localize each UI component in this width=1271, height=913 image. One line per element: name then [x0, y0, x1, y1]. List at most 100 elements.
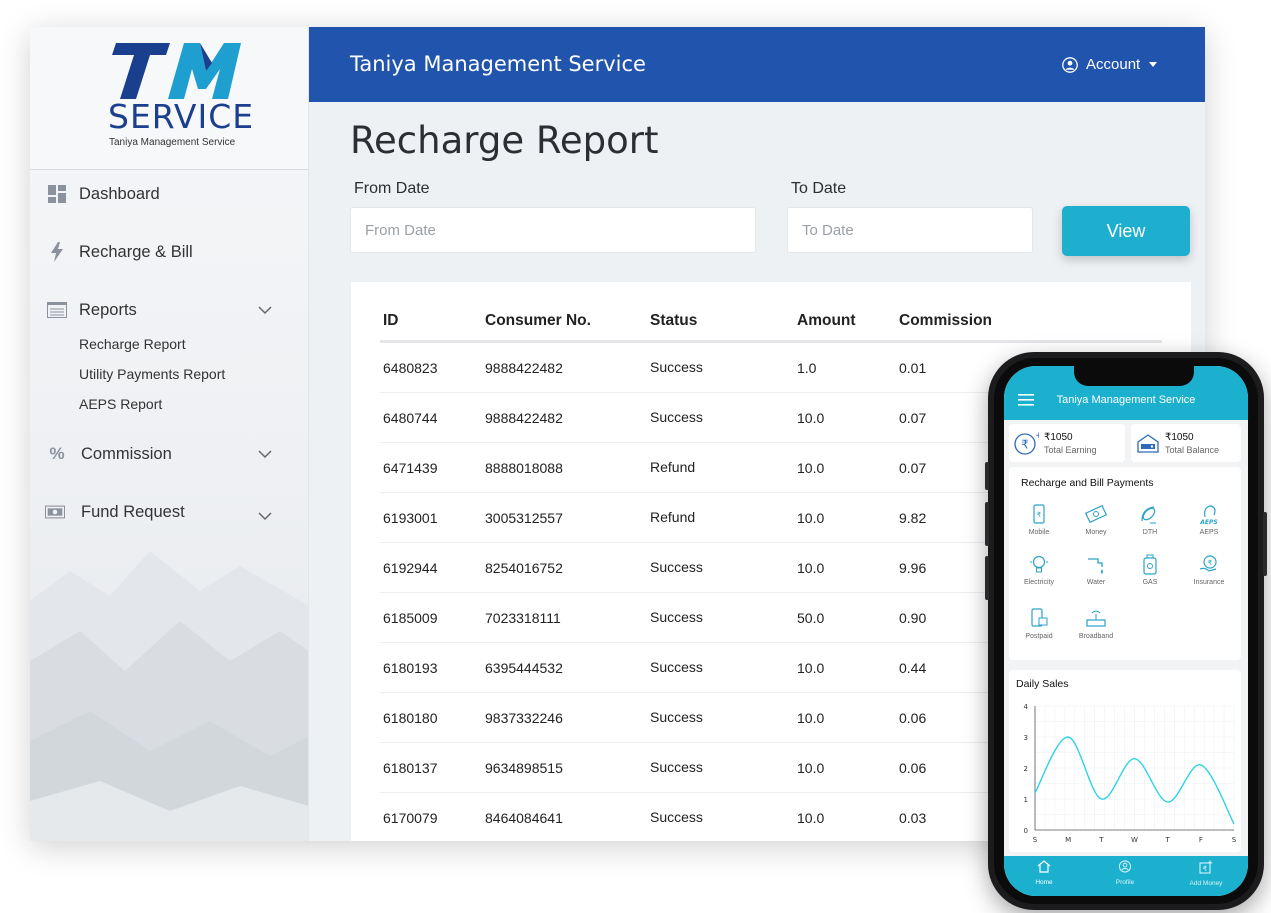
svg-text:AEPS: AEPS: [1199, 519, 1217, 526]
phone-side-button: [1263, 512, 1267, 576]
cell-status: Success: [650, 759, 703, 775]
lightning-icon: [47, 242, 67, 262]
cell-id: 6480744: [383, 410, 438, 426]
sidebar-subitem-aeps-report[interactable]: AEPS Report: [79, 396, 162, 412]
cell-status: Refund: [650, 509, 696, 525]
cell-amount: 10.0: [797, 810, 825, 826]
cell-commission: 0.06: [899, 760, 927, 776]
sidebar-subitem-utility-payments-report[interactable]: Utility Payments Report: [79, 366, 225, 382]
sidebar-item-label: Fund Request: [81, 502, 185, 521]
cell-amount: 1.0: [797, 360, 817, 376]
home-icon: [1037, 860, 1051, 873]
service-label: Electricity: [1024, 579, 1054, 586]
caret-down-icon: [1149, 62, 1158, 67]
cell-status: Success: [650, 559, 703, 575]
service-broadband[interactable]: Broadband: [1073, 607, 1119, 640]
cell-commission: 0.01: [899, 360, 927, 376]
y-tick-label: 3: [1024, 734, 1028, 742]
tab-add-money[interactable]: ₹ Add Money: [1176, 860, 1236, 887]
cell-status: Success: [650, 809, 703, 825]
from-date-input[interactable]: [350, 207, 756, 253]
sidebar-item-reports[interactable]: Reports: [30, 290, 308, 330]
sidebar-item-fund-request[interactable]: Fund Request: [30, 492, 308, 532]
chevron-down-icon: [258, 512, 272, 521]
mobile-tab-bar: Home Profile ₹ Add Money: [1004, 856, 1248, 896]
service-water[interactable]: Water: [1073, 553, 1119, 586]
sidebar-item-recharge-bill[interactable]: Recharge & Bill: [30, 232, 308, 272]
y-tick-label: 4: [1024, 703, 1029, 711]
service-insurance[interactable]: ₹ Insurance: [1186, 553, 1232, 586]
water-tap-icon: [1088, 558, 1103, 574]
chevron-down-icon: [258, 450, 272, 459]
service-electricity[interactable]: Electricity: [1016, 553, 1062, 586]
sidebar-background: [30, 551, 308, 841]
account-menu[interactable]: Account: [1062, 56, 1158, 73]
y-tick-label: 0: [1024, 827, 1028, 835]
cell-commission: 9.96: [899, 560, 927, 576]
cell-amount: 10.0: [797, 510, 825, 526]
service-mobile[interactable]: ₹ Mobile: [1016, 503, 1062, 536]
services-card: Recharge and Bill Payments ₹ Mobile Money D…: [1009, 467, 1241, 660]
chart-title: Daily Sales: [1016, 678, 1069, 690]
cell-consumer-no: 9837332246: [485, 710, 563, 726]
service-postpaid[interactable]: Postpaid: [1016, 607, 1062, 640]
cell-commission: 0.90: [899, 610, 927, 626]
x-tick-label: T: [1165, 836, 1171, 844]
phone-screen: Taniya Management Service ₹ + ₹1050 Total…: [1004, 366, 1248, 896]
tab-profile[interactable]: Profile: [1095, 860, 1155, 886]
view-button[interactable]: View: [1062, 206, 1190, 256]
service-dth[interactable]: DTH: [1127, 503, 1173, 536]
chevron-down-icon: [258, 306, 272, 315]
add-money-icon: ₹: [1199, 860, 1213, 874]
service-gas[interactable]: GAS: [1127, 553, 1173, 586]
cell-consumer-no: 7023318111: [485, 610, 561, 626]
total-earning-card[interactable]: ₹ + ₹1050 Total Earning: [1009, 424, 1125, 462]
y-tick-label: 1: [1024, 796, 1028, 804]
sidebar-item-label: Reports: [79, 300, 137, 319]
cell-status: Success: [650, 709, 703, 725]
to-date-input[interactable]: [787, 207, 1033, 253]
x-tick-label: M: [1065, 836, 1071, 844]
svg-text:+: +: [1035, 431, 1039, 441]
service-aeps[interactable]: AEPS AEPS: [1186, 503, 1232, 536]
cell-id: 6192944: [383, 560, 438, 576]
tab-label: Profile: [1115, 879, 1135, 886]
header-title: Taniya Management Service: [350, 52, 646, 76]
tab-label: Add Money: [1189, 880, 1223, 887]
mobile-icon: ₹: [1033, 504, 1045, 524]
sidebar-item-commission[interactable]: % Commission: [30, 434, 308, 474]
sidebar-item-label: Dashboard: [79, 184, 160, 203]
logo-word: SERVICE: [108, 97, 255, 136]
sidebar-item-dashboard[interactable]: Dashboard: [30, 174, 308, 214]
cell-consumer-no: 9888422482: [485, 410, 563, 426]
total-balance-card[interactable]: ₹1050 Total Balance: [1131, 424, 1241, 462]
mobile-title: Taniya Management Service: [1056, 394, 1196, 406]
sidebar: SERVICE Taniya Management Service Dashbo…: [30, 27, 309, 841]
sidebar-subitem-recharge-report[interactable]: Recharge Report: [79, 336, 186, 352]
cell-consumer-no: 9888422482: [485, 360, 563, 376]
cell-amount: 10.0: [797, 710, 825, 726]
service-label: Water: [1086, 579, 1106, 586]
column-header-consumer-no: Consumer No.: [485, 312, 591, 329]
sidebar-item-label: Recharge & Bill: [79, 242, 193, 261]
cell-commission: 0.03: [899, 810, 927, 826]
service-money[interactable]: Money: [1073, 503, 1119, 536]
cell-amount: 10.0: [797, 560, 825, 576]
service-label: AEPS: [1199, 529, 1219, 536]
svg-text:₹: ₹: [1208, 559, 1213, 567]
cell-commission: 0.44: [899, 660, 927, 676]
logo[interactable]: SERVICE Taniya Management Service: [30, 27, 308, 170]
cell-id: 6180180: [383, 710, 438, 726]
cell-consumer-no: 9634898515: [485, 760, 563, 776]
cell-commission: 0.07: [899, 460, 927, 476]
cell-id: 6180193: [383, 660, 438, 676]
percent-icon: %: [49, 444, 65, 463]
tab-home[interactable]: Home: [1014, 860, 1074, 886]
column-header-id: ID: [383, 312, 399, 329]
svg-text:₹: ₹: [1021, 438, 1029, 452]
money-transfer-icon: [1084, 504, 1108, 524]
top-header: Taniya Management Service Account: [309, 27, 1205, 102]
money-icon: [45, 502, 65, 522]
phone-side-button: [985, 502, 989, 546]
cell-id: 6480823: [383, 360, 438, 376]
